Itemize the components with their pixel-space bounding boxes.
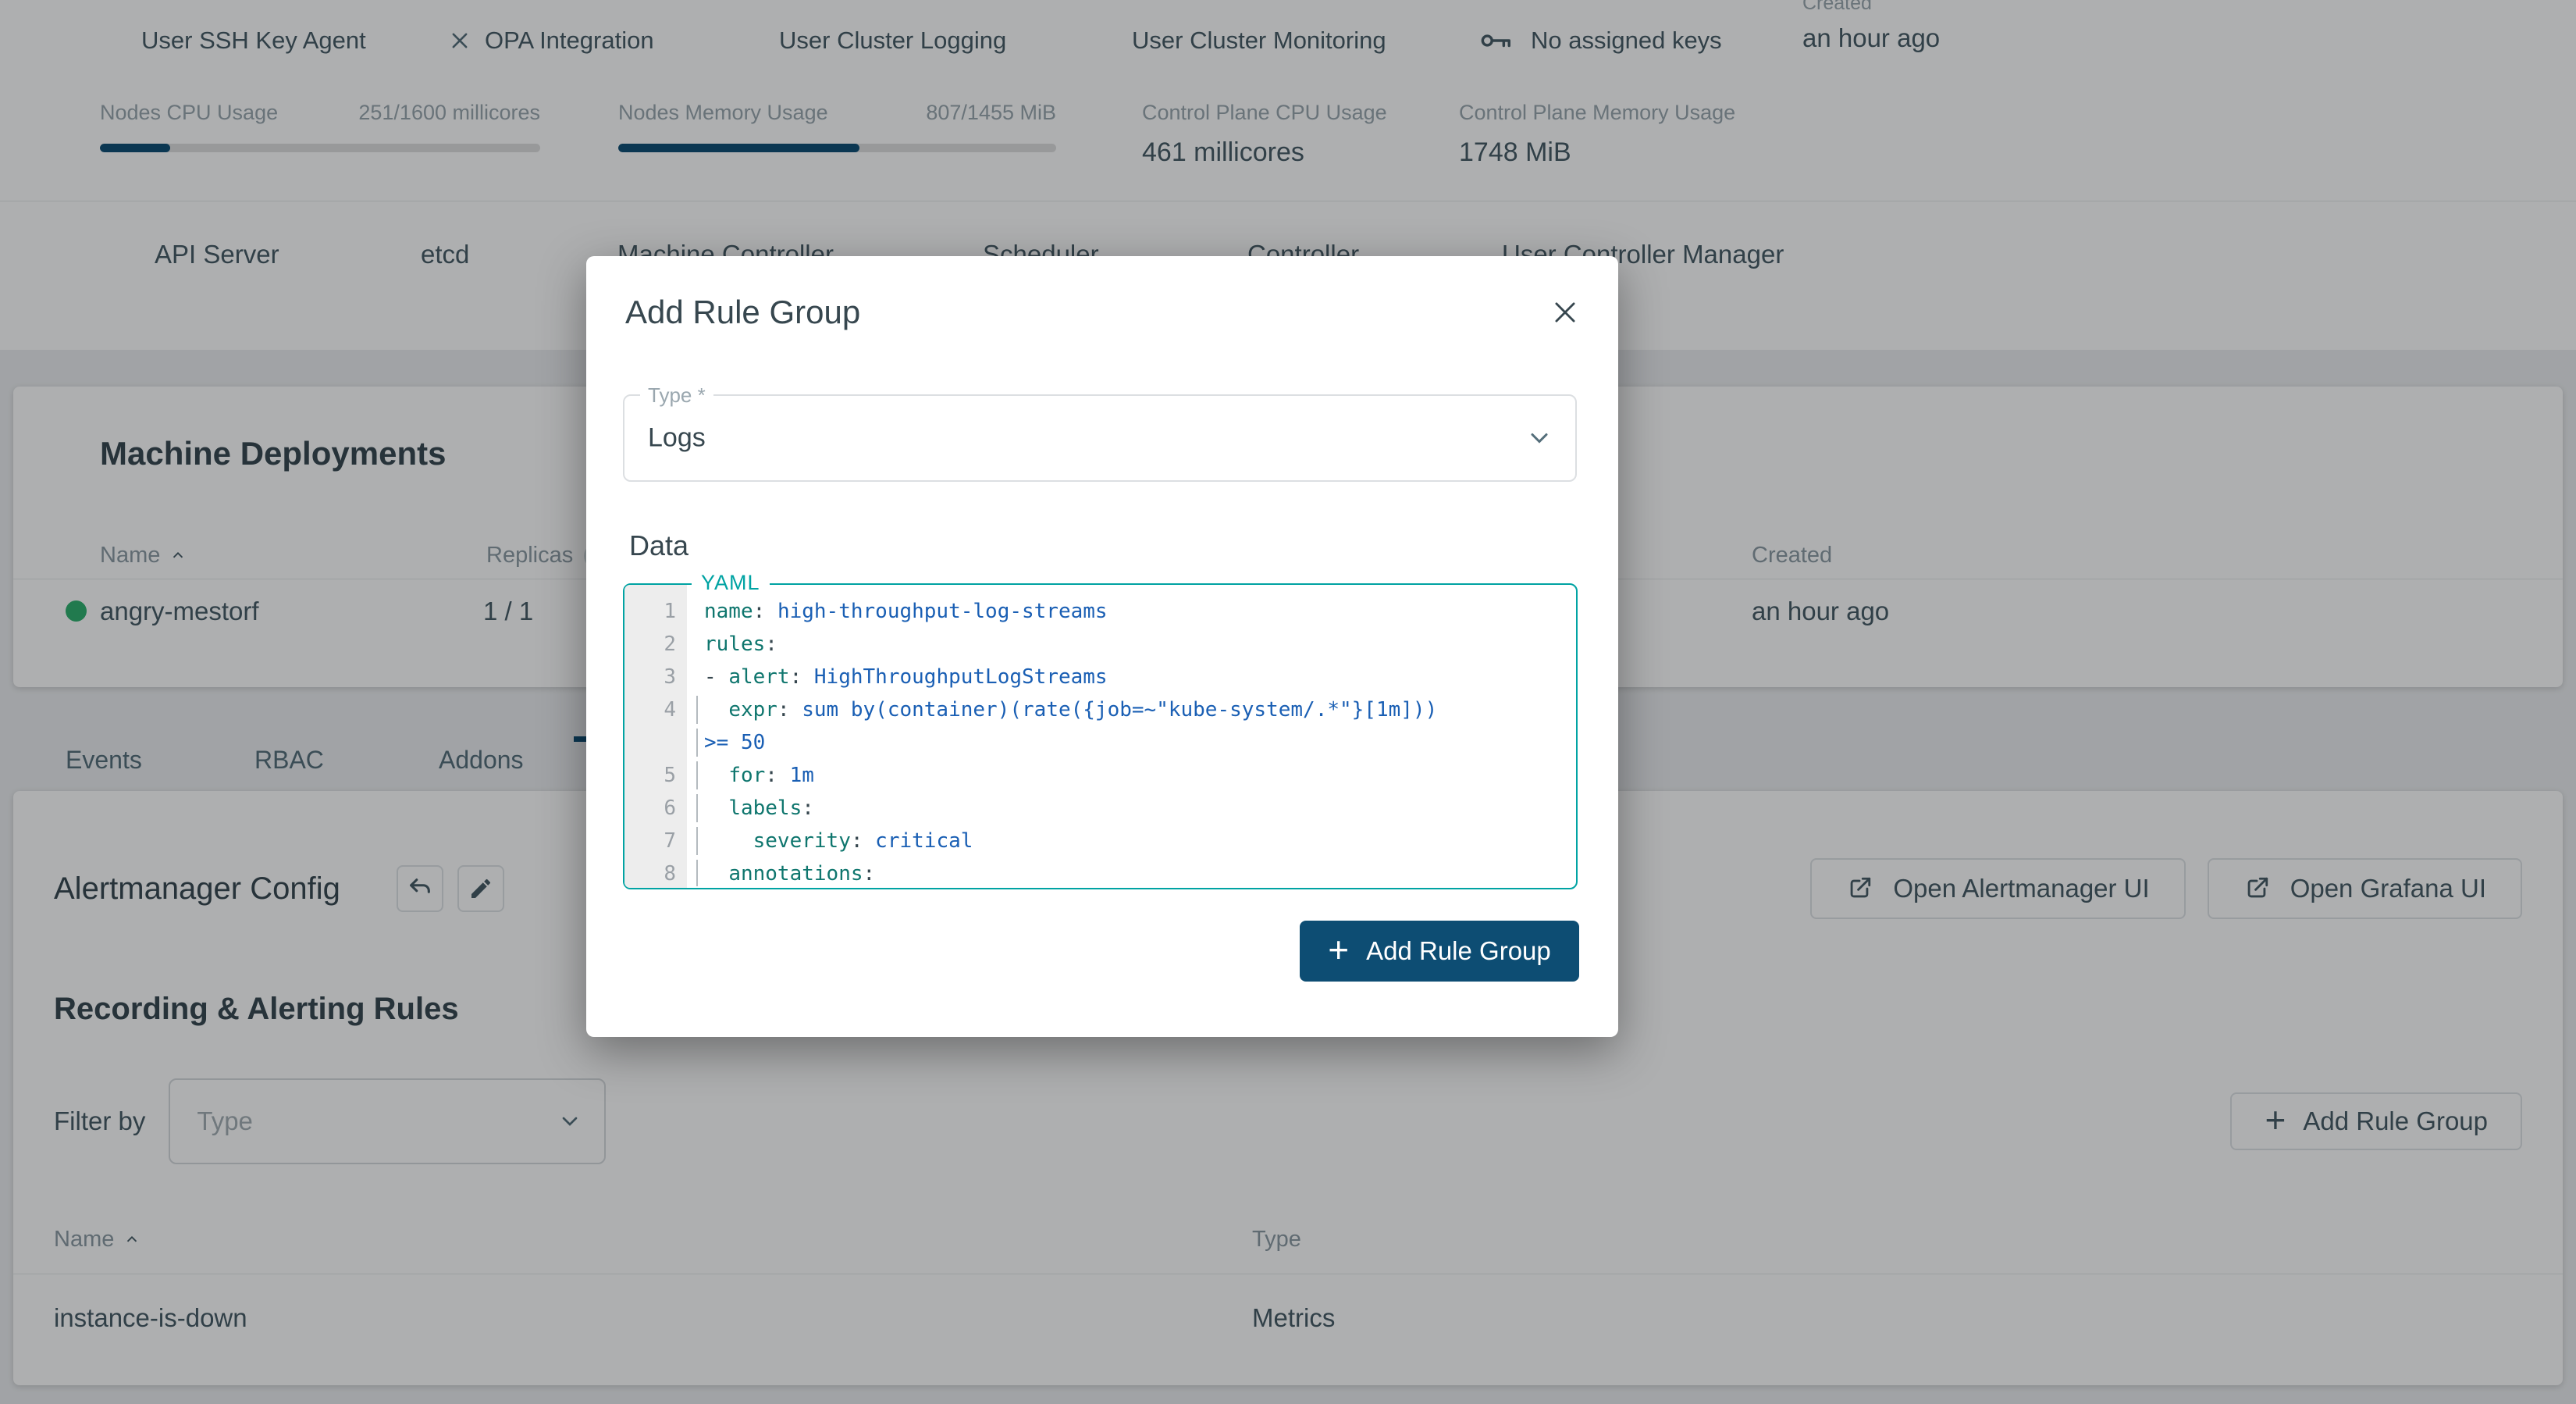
yaml-key: expr bbox=[728, 698, 777, 722]
close-icon bbox=[1550, 298, 1580, 327]
yaml-punctuation: : bbox=[765, 633, 777, 656]
line-number: 3 bbox=[624, 661, 687, 693]
submit-add-rule-group-button[interactable]: + Add Rule Group bbox=[1300, 921, 1579, 982]
yaml-punctuation bbox=[704, 796, 728, 820]
data-section-label: Data bbox=[629, 529, 688, 562]
yaml-value: 1m bbox=[790, 764, 814, 787]
line-number: 7 bbox=[624, 825, 687, 857]
yaml-editor[interactable]: YAML 12345678 name: high-throughput-log-… bbox=[623, 583, 1578, 889]
yaml-key: severity bbox=[753, 829, 851, 853]
yaml-punctuation: : bbox=[765, 764, 789, 787]
code-line: >= 50 bbox=[696, 726, 1571, 759]
code-line: rules: bbox=[696, 628, 1571, 661]
yaml-punctuation: : bbox=[777, 698, 802, 722]
yaml-key: name bbox=[704, 600, 753, 623]
code-line: annotations: bbox=[696, 857, 1571, 886]
type-field-label: Type * bbox=[640, 383, 713, 408]
chevron-down-icon bbox=[1525, 424, 1553, 452]
dialog-title: Add Rule Group bbox=[625, 294, 860, 331]
yaml-key: for bbox=[728, 764, 765, 787]
code-line: - alert: HighThroughputLogStreams bbox=[696, 661, 1571, 693]
yaml-punctuation: - bbox=[704, 665, 728, 689]
yaml-punctuation: : bbox=[790, 665, 814, 689]
line-number: 8 bbox=[624, 857, 687, 888]
line-number: 4 bbox=[624, 693, 687, 726]
code-line: expr: sum by(container)(rate({job=~"kube… bbox=[696, 693, 1571, 726]
type-field-value: Logs bbox=[648, 423, 706, 454]
button-label: Add Rule Group bbox=[1366, 936, 1551, 966]
editor-language-label: YAML bbox=[692, 571, 770, 595]
yaml-key: labels bbox=[728, 796, 802, 820]
code-line: severity: critical bbox=[696, 825, 1571, 857]
line-number: 5 bbox=[624, 759, 687, 792]
add-rule-group-dialog: Add Rule Group Type * Logs Data YAML 123… bbox=[586, 256, 1618, 1037]
yaml-key: rules bbox=[704, 633, 765, 656]
yaml-key: alert bbox=[728, 665, 789, 689]
yaml-punctuation bbox=[704, 764, 728, 787]
code-line: name: high-throughput-log-streams bbox=[696, 595, 1571, 628]
dialog-header: Add Rule Group bbox=[625, 289, 1584, 336]
yaml-punctuation: : bbox=[851, 829, 875, 853]
yaml-value: sum by(container)(rate({job=~"kube-syste… bbox=[802, 698, 1437, 722]
yaml-value: HighThroughputLogStreams bbox=[814, 665, 1108, 689]
line-number bbox=[624, 726, 687, 759]
yaml-punctuation bbox=[704, 829, 753, 853]
editor-gutter: 1234 5678 bbox=[624, 585, 687, 888]
yaml-value: high-throughput-log-streams bbox=[777, 600, 1108, 623]
yaml-value: >= 50 bbox=[704, 731, 765, 754]
plus-icon: + bbox=[1328, 932, 1349, 967]
type-select[interactable]: Type * Logs bbox=[623, 394, 1577, 482]
line-number: 2 bbox=[624, 628, 687, 661]
yaml-punctuation bbox=[704, 862, 728, 886]
code-line: labels: bbox=[696, 792, 1571, 825]
yaml-punctuation bbox=[704, 698, 728, 722]
cluster-details-page: User SSH Key Agent OPA Integration User … bbox=[0, 0, 2576, 1404]
yaml-value: critical bbox=[875, 829, 973, 853]
editor-code[interactable]: name: high-throughput-log-streamsrules:-… bbox=[696, 595, 1571, 886]
yaml-punctuation: : bbox=[753, 600, 777, 623]
yaml-key: annotations bbox=[728, 862, 863, 886]
yaml-punctuation: : bbox=[863, 862, 876, 886]
yaml-punctuation: : bbox=[802, 796, 814, 820]
line-number: 1 bbox=[624, 595, 687, 628]
code-line: for: 1m bbox=[696, 759, 1571, 792]
close-dialog-button[interactable] bbox=[1546, 294, 1584, 331]
line-number: 6 bbox=[624, 792, 687, 825]
